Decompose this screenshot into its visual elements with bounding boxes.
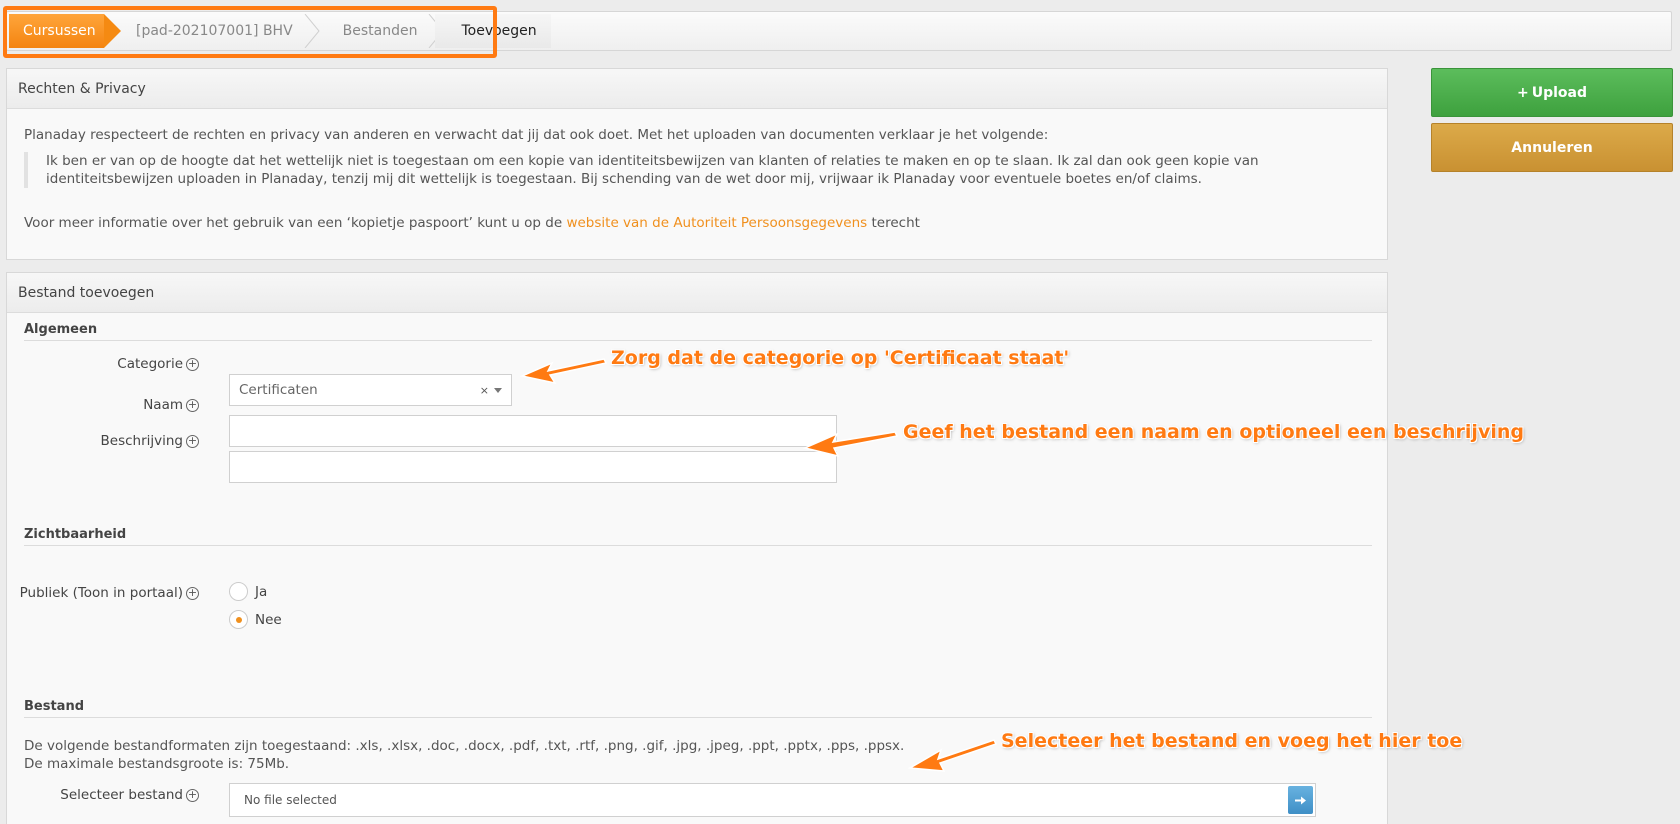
file-label: Selecteer bestand — [60, 787, 183, 803]
cancel-button[interactable]: Annuleren — [1431, 123, 1673, 172]
radio-option-no[interactable]: Nee — [229, 610, 282, 629]
description-input[interactable] — [229, 451, 837, 483]
radio-no[interactable] — [229, 610, 248, 629]
autoriteit-persoonsgegevens-link[interactable]: website van de Autoriteit Persoonsgegeve… — [566, 215, 867, 231]
public-label: Publiek (Toon in portaal) — [19, 585, 183, 601]
expand-info-icon[interactable]: + — [186, 788, 199, 802]
privacy-panel-title: Rechten & Privacy — [7, 69, 1387, 109]
breadcrumb-label: Toevoegen — [461, 23, 537, 39]
annotation-category: Zorg dat de categorie op 'Certificaat st… — [611, 347, 1070, 369]
name-input[interactable] — [229, 415, 837, 447]
upload-button[interactable]: + Upload — [1431, 68, 1673, 117]
privacy-quote: Ik ben er van op de hoogte dat het wette… — [24, 152, 1374, 188]
breadcrumb-item-add: Toevoegen — [435, 14, 551, 48]
visibility-section-title: Zichtbaarheid — [24, 527, 1372, 546]
annotation-arrow-icon — [519, 358, 608, 385]
more-info-prefix: Voor meer informatie over het gebruik va… — [24, 215, 563, 231]
arrow-right-icon — [1295, 796, 1306, 804]
breadcrumb: Cursussen [pad-202107001] BHV Bestanden … — [9, 14, 551, 48]
annotation-arrow-icon — [802, 431, 899, 458]
file-formats-info: De volgende bestandformaten zijn toegest… — [24, 737, 904, 773]
chevron-down-icon[interactable] — [494, 388, 502, 393]
more-info-suffix: terecht — [871, 215, 920, 231]
radio-yes-label: Ja — [255, 583, 268, 600]
add-file-panel-title: Bestand toevoegen — [7, 273, 1387, 313]
file-input[interactable]: No file selected — [229, 783, 1316, 817]
category-selected-value: Certificaten — [239, 382, 318, 398]
breadcrumb-label: Cursussen — [23, 23, 96, 39]
category-select[interactable]: Certificaten × — [229, 374, 512, 406]
privacy-panel: Rechten & Privacy Planaday respecteert d… — [6, 68, 1388, 260]
breadcrumb-label: Bestanden — [342, 23, 418, 39]
category-label-row: Categorie + — [19, 356, 199, 372]
plus-icon: + — [1516, 84, 1529, 101]
file-label-row: Selecteer bestand + — [19, 787, 199, 803]
file-section-title: Bestand — [24, 699, 1372, 718]
expand-info-icon[interactable]: + — [186, 357, 199, 371]
name-label: Naam — [143, 397, 183, 413]
category-label: Categorie — [117, 356, 183, 372]
breadcrumb-item-courses[interactable]: Cursussen — [9, 14, 121, 48]
breadcrumb-label: [pad-202107001] BHV — [136, 23, 293, 39]
browse-file-button[interactable] — [1288, 786, 1313, 814]
max-size-text: De maximale bestandsgroote is: 75Mb. — [24, 756, 290, 772]
annotation-name: Geef het bestand een naam en optioneel e… — [903, 421, 1524, 443]
clear-icon[interactable]: × — [480, 384, 489, 397]
name-label-row: Naam + — [19, 397, 199, 413]
radio-yes[interactable] — [229, 582, 248, 601]
privacy-more-info: Voor meer informatie over het gebruik va… — [24, 215, 920, 231]
breadcrumb-item-course[interactable]: [pad-202107001] BHV — [104, 14, 320, 48]
privacy-intro: Planaday respecteert de rechten en priva… — [24, 127, 1049, 143]
file-input-value: No file selected — [244, 793, 337, 807]
expand-info-icon[interactable]: + — [186, 434, 199, 448]
expand-info-icon[interactable]: + — [186, 586, 199, 600]
radio-no-label: Nee — [255, 611, 282, 628]
radio-option-yes[interactable]: Ja — [229, 582, 267, 601]
general-section-title: Algemeen — [24, 322, 1372, 341]
breadcrumb-item-files[interactable]: Bestanden — [311, 14, 445, 48]
allowed-formats-text: De volgende bestandformaten zijn toegest… — [24, 738, 905, 754]
cancel-button-label: Annuleren — [1511, 139, 1593, 156]
upload-button-label: Upload — [1531, 84, 1587, 101]
description-label: Beschrijving — [100, 433, 184, 449]
annotation-arrow-icon — [907, 739, 998, 772]
public-label-row: Publiek (Toon in portaal) + — [19, 585, 199, 601]
expand-info-icon[interactable]: + — [186, 398, 199, 412]
annotation-file: Selecteer het bestand en voeg het hier t… — [1001, 730, 1463, 752]
description-label-row: Beschrijving + — [19, 433, 199, 449]
